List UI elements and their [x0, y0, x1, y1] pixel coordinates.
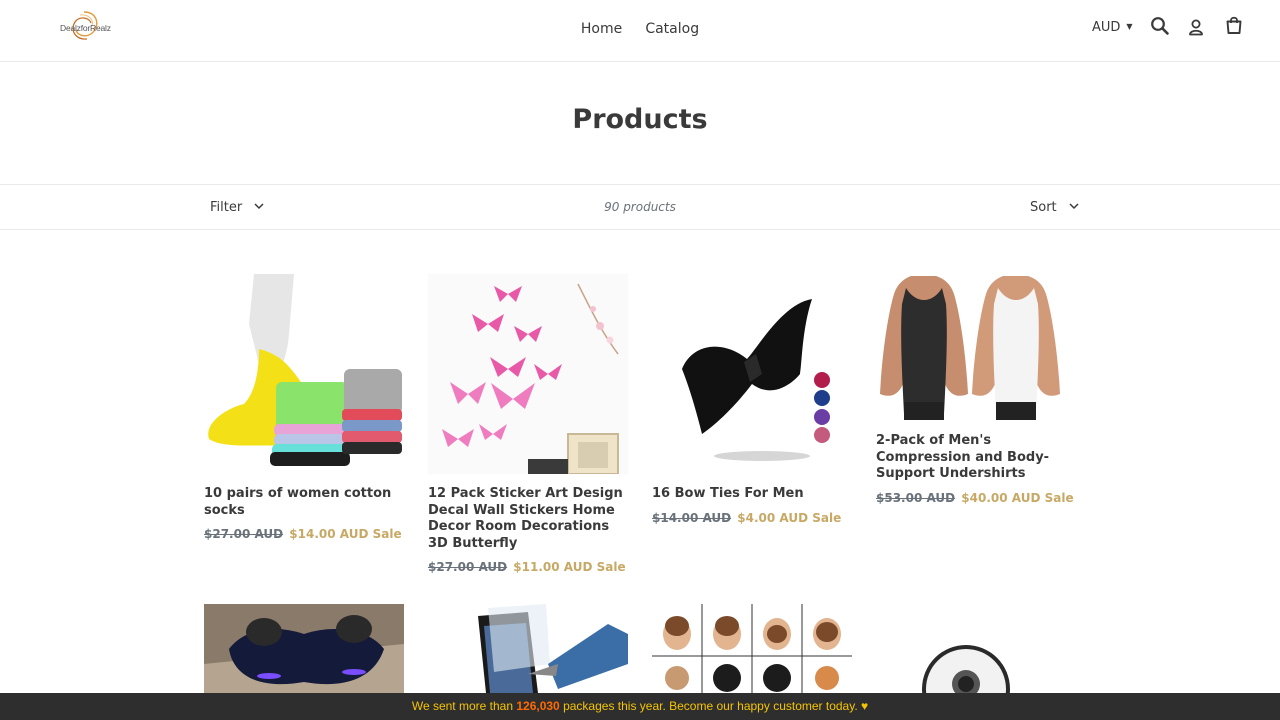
- product-image-hair-bun[interactable]: [652, 604, 852, 693]
- caret-down-icon: ▼: [1126, 22, 1133, 31]
- main-nav: Home Catalog: [0, 18, 1280, 37]
- original-price: $53.00 AUD: [876, 490, 956, 505]
- currency-selector[interactable]: AUD ▼: [1092, 20, 1133, 35]
- page-title: Products: [572, 104, 708, 135]
- banner-suffix: packages this year. Become our happy cus…: [559, 699, 869, 713]
- chevron-down-icon: [1069, 199, 1079, 214]
- product-card[interactable]: [652, 604, 852, 693]
- product-card[interactable]: [876, 604, 1076, 693]
- currency-label: AUD: [1092, 20, 1121, 35]
- product-title[interactable]: 12 Pack Sticker Art Design Decal Wall St…: [428, 486, 628, 552]
- product-price: $27.00 AUD $14.00 AUD Sale: [204, 526, 404, 542]
- sale-price: $40.00 AUD: [961, 490, 1041, 505]
- sale-badge: Sale: [372, 527, 402, 541]
- product-title[interactable]: 2-Pack of Men's Compression and Body-Sup…: [876, 433, 1076, 483]
- sale-badge: Sale: [812, 510, 842, 525]
- promo-banner: We sent more than 126,030 packages this …: [0, 693, 1280, 720]
- sale-price: $4.00 AUD: [737, 510, 809, 525]
- logo-text: DealzforRealz: [60, 23, 111, 33]
- sale-badge: Sale: [1044, 490, 1074, 505]
- product-card[interactable]: [428, 604, 628, 693]
- product-card[interactable]: [204, 604, 404, 693]
- product-price: $27.00 AUD $11.00 AUD Sale: [428, 559, 628, 575]
- product-title[interactable]: 10 pairs of women cotton socks: [204, 486, 404, 519]
- product-card[interactable]: 2-Pack of Men's Compression and Body-Sup…: [876, 274, 1076, 506]
- sale-price: $14.00 AUD: [289, 527, 369, 541]
- chevron-down-icon: [254, 199, 264, 214]
- filter-button[interactable]: Filter: [210, 199, 264, 215]
- sort-label: Sort: [1030, 200, 1057, 215]
- original-price: $27.00 AUD: [428, 560, 508, 574]
- original-price: $27.00 AUD: [204, 527, 284, 541]
- product-price: $53.00 AUD $40.00 AUD Sale: [876, 490, 1076, 506]
- nav-catalog[interactable]: Catalog: [645, 21, 699, 37]
- product-title[interactable]: 16 Bow Ties For Men: [652, 486, 852, 503]
- product-image-bow-ties[interactable]: [652, 274, 852, 474]
- product-image-butterfly-stickers[interactable]: [428, 274, 628, 474]
- product-image-screen-protector[interactable]: [428, 604, 628, 693]
- collection-toolbar: Filter 90 products Sort: [0, 184, 1280, 230]
- cart-icon[interactable]: [1224, 15, 1244, 35]
- sale-price: $11.00 AUD: [513, 560, 593, 574]
- product-image-undershirts[interactable]: [876, 274, 1076, 424]
- account-icon[interactable]: [1186, 17, 1206, 37]
- product-card[interactable]: 16 Bow Ties For Men $14.00 AUD $4.00 AUD…: [652, 274, 852, 526]
- product-price: $14.00 AUD $4.00 AUD Sale: [652, 510, 852, 526]
- sale-badge: Sale: [596, 560, 626, 574]
- product-count: 90 products: [604, 200, 676, 214]
- nav-home[interactable]: Home: [581, 21, 622, 37]
- logo[interactable]: DealzforRealz: [56, 9, 112, 43]
- original-price: $14.00 AUD: [652, 510, 732, 525]
- search-icon[interactable]: [1150, 16, 1170, 36]
- banner-prefix: We sent more than: [411, 699, 517, 713]
- banner-package-count: 126,030: [516, 699, 560, 713]
- sort-button[interactable]: Sort: [1030, 199, 1079, 215]
- product-image-hoverboard[interactable]: [204, 604, 404, 693]
- product-image-socks[interactable]: [204, 274, 404, 474]
- product-image-camera[interactable]: [876, 604, 1076, 693]
- product-card[interactable]: 10 pairs of women cotton socks $27.00 AU…: [204, 274, 404, 542]
- filter-label: Filter: [210, 200, 243, 215]
- site-header: DealzforRealz Home Catalog AUD ▼: [0, 0, 1280, 62]
- product-card[interactable]: 12 Pack Sticker Art Design Decal Wall St…: [428, 274, 628, 575]
